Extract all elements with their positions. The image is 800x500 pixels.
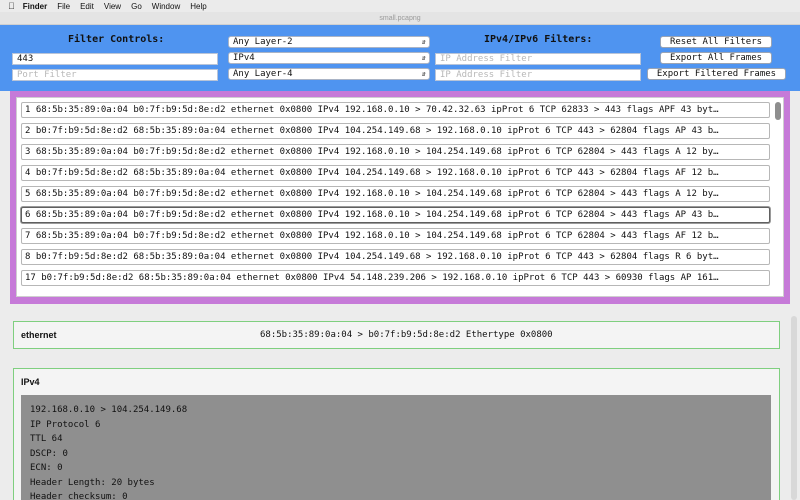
frame-row[interactable]: 4 b0:7f:b9:5d:8e:d2 68:5b:35:89:0a:04 et… xyxy=(21,165,770,181)
ipv4-line: 192.168.0.10 > 104.254.149.68 xyxy=(30,405,188,415)
ipv4-line: IP Protocol 6 xyxy=(30,419,101,430)
ipv4-line: ECN: 0 xyxy=(30,463,63,473)
ipv4-line: DSCP: 0 xyxy=(30,448,68,459)
ipv4-line: Header Length: 20 bytes xyxy=(30,477,155,488)
frame-row[interactable]: 1 68:5b:35:89:0a:04 b0:7f:b9:5d:8e:d2 et… xyxy=(21,102,770,118)
window-title: small.pcapng xyxy=(0,12,800,25)
updown-chevron-icon: ⇵ xyxy=(421,54,426,62)
frame-row[interactable]: 8 b0:7f:b9:5d:8e:d2 68:5b:35:89:0a:04 et… xyxy=(21,249,770,265)
ip-address-filter-2[interactable]: IP Address Filter xyxy=(435,69,641,81)
export-all-frames-button[interactable]: Export All Frames xyxy=(660,52,772,64)
menu-edit[interactable]: Edit xyxy=(80,2,94,11)
ethernet-section: ethernet 68:5b:35:89:0a:04 > b0:7f:b9:5d… xyxy=(13,321,780,349)
frame-list-panel: 1 68:5b:35:89:0a:04 b0:7f:b9:5d:8e:d2 et… xyxy=(10,91,790,304)
frame-row[interactable]: 2 b0:7f:b9:5d:8e:d2 68:5b:35:89:0a:04 et… xyxy=(21,123,770,139)
frame-row[interactable]: 17 b0:7f:b9:5d:8e:d2 68:5b:35:89:0a:04 e… xyxy=(21,270,770,286)
menu-bar:  Finder File Edit View Go Window Help xyxy=(0,0,800,12)
frame-row[interactable]: 7 68:5b:35:89:0a:04 b0:7f:b9:5d:8e:d2 et… xyxy=(21,228,770,244)
ethernet-info: 68:5b:35:89:0a:04 > b0:7f:b9:5d:8e:d2 Et… xyxy=(260,330,553,340)
frame-detail-panel: ethernet 68:5b:35:89:0a:04 > b0:7f:b9:5d… xyxy=(10,310,788,500)
menu-view[interactable]: View xyxy=(104,2,121,11)
frame-list[interactable]: 1 68:5b:35:89:0a:04 b0:7f:b9:5d:8e:d2 et… xyxy=(16,97,784,297)
layer2-select[interactable]: Any Layer-2 ⇵ xyxy=(228,36,430,48)
frame-list-scrollbar[interactable] xyxy=(775,102,781,120)
menu-file[interactable]: File xyxy=(57,2,70,11)
layer4-select[interactable]: Any Layer-4 ⇵ xyxy=(228,68,430,80)
apple-logo-icon[interactable]:  xyxy=(8,1,15,11)
filter-controls-title: Filter Controls: xyxy=(68,34,165,45)
layer3-selected-value: IPv4 xyxy=(233,53,255,63)
menu-app-name[interactable]: Finder xyxy=(23,2,47,11)
ipv4-label: IPv4 xyxy=(21,377,40,387)
ipv4-line: Header checksum: 0 xyxy=(30,492,128,500)
reset-all-filters-button[interactable]: Reset All Filters xyxy=(660,36,772,48)
frame-row[interactable]: 5 68:5b:35:89:0a:04 b0:7f:b9:5d:8e:d2 et… xyxy=(21,186,770,202)
ip-address-filter-1[interactable]: IP Address Filter xyxy=(435,53,641,65)
layer3-select[interactable]: IPv4 ⇵ xyxy=(228,52,430,64)
menu-help[interactable]: Help xyxy=(190,2,206,11)
detail-scrollbar[interactable] xyxy=(791,316,797,500)
port-filter-input[interactable]: 443 xyxy=(12,53,218,65)
updown-chevron-icon: ⇵ xyxy=(421,70,426,78)
menu-go[interactable]: Go xyxy=(131,2,142,11)
filter-controls-panel: Filter Controls: 443 Port Filter Any Lay… xyxy=(0,25,800,91)
layer4-selected-value: Any Layer-4 xyxy=(233,69,293,79)
ethernet-label: ethernet xyxy=(21,330,57,340)
menu-window[interactable]: Window xyxy=(152,2,180,11)
updown-chevron-icon: ⇵ xyxy=(421,38,426,46)
ip-filters-title: IPv4/IPv6 Filters: xyxy=(484,34,593,45)
layer2-selected-value: Any Layer-2 xyxy=(233,37,293,47)
frame-row[interactable]: 6 68:5b:35:89:0a:04 b0:7f:b9:5d:8e:d2 et… xyxy=(21,207,770,223)
frame-row[interactable]: 3 68:5b:35:89:0a:04 b0:7f:b9:5d:8e:d2 et… xyxy=(21,144,770,160)
export-filtered-frames-button[interactable]: Export Filtered Frames xyxy=(647,68,786,80)
ipv4-line: TTL 64 xyxy=(30,434,63,444)
ipv4-section: IPv4 192.168.0.10 > 104.254.149.68 IP Pr… xyxy=(13,368,780,500)
port-filter-field[interactable]: Port Filter xyxy=(12,69,218,81)
ipv4-detail-text: 192.168.0.10 > 104.254.149.68 IP Protoco… xyxy=(21,395,771,500)
